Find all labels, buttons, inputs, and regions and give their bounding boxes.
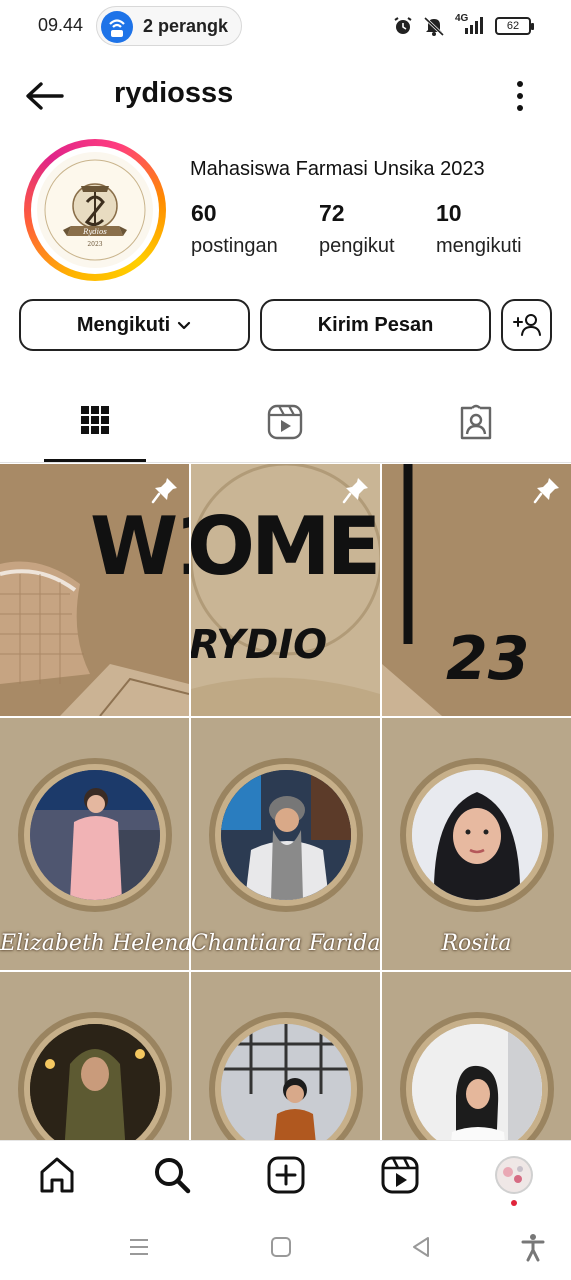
post-tile[interactable] xyxy=(191,972,380,1140)
posts-grid: W1C OME RYDIO 23 xyxy=(0,464,571,1140)
notification-dot xyxy=(511,1200,517,1206)
avatar-logo: Rydios 2023 xyxy=(37,152,153,268)
portrait-photo xyxy=(221,770,351,900)
portrait-frame xyxy=(18,1012,172,1140)
stat-followers-label: pengikut xyxy=(319,235,395,257)
portrait-photo xyxy=(412,1024,542,1140)
profile-avatar[interactable]: Rydios 2023 xyxy=(24,139,166,281)
portrait-frame xyxy=(209,758,363,912)
nav-reels[interactable] xyxy=(380,1155,420,1195)
accessibility-button[interactable] xyxy=(518,1232,548,1262)
vertical-dots-icon xyxy=(517,81,523,111)
signal-icon: 4G xyxy=(455,13,485,36)
add-person-icon xyxy=(512,314,541,336)
stat-following[interactable]: 10 mengikuti xyxy=(436,200,522,258)
chevron-down-icon xyxy=(178,321,191,330)
bottom-nav xyxy=(0,1140,571,1212)
status-bar: 09.44 2 perangk 4G 62 xyxy=(0,0,571,52)
accessibility-icon xyxy=(521,1234,545,1262)
svg-text:Rydios: Rydios xyxy=(82,228,107,236)
back-triangle-icon xyxy=(413,1237,429,1257)
pin-icon xyxy=(342,478,368,504)
create-icon xyxy=(267,1156,305,1194)
post-tile[interactable] xyxy=(382,972,571,1140)
stat-followers-value: 72 xyxy=(319,200,345,226)
nav-search[interactable] xyxy=(152,1155,192,1195)
stat-followers[interactable]: 72 pengikut xyxy=(319,200,395,258)
portrait-frame xyxy=(209,1012,363,1140)
recents-button[interactable] xyxy=(124,1232,154,1262)
portrait-photo xyxy=(412,770,542,900)
post-tile[interactable]: 23 xyxy=(382,464,571,716)
banner-text-w: W1C xyxy=(90,500,189,593)
portrait-frame xyxy=(400,1012,554,1140)
profile-avatar-icon xyxy=(495,1156,533,1194)
home-square-icon xyxy=(271,1237,291,1257)
portrait-frame xyxy=(18,758,172,912)
tagged-person-icon xyxy=(460,404,492,440)
post-tile[interactable]: W1C xyxy=(0,464,189,716)
more-options-button[interactable] xyxy=(506,78,534,114)
pin-icon xyxy=(151,478,177,504)
tab-grid[interactable] xyxy=(0,392,190,462)
stat-posts-value: 60 xyxy=(191,200,217,226)
home-system-button[interactable] xyxy=(266,1232,296,1262)
banner-text-rydio: RYDIO xyxy=(191,622,328,668)
portrait-photo xyxy=(221,1024,351,1140)
mute-icon xyxy=(423,16,445,36)
profile-username: rydiosss xyxy=(114,77,234,109)
back-button[interactable] xyxy=(22,76,66,116)
profile-bio: Mahasiswa Farmasi Unsika 2023 xyxy=(190,158,485,180)
banner-text-23: 23 xyxy=(446,624,530,694)
post-caption: Rosita xyxy=(441,931,512,956)
post-tile[interactable]: Chantiara Farida xyxy=(191,718,380,970)
portrait-photo xyxy=(30,1024,160,1140)
tab-divider xyxy=(0,462,571,463)
reels-icon xyxy=(381,1156,419,1194)
portrait-photo xyxy=(30,770,160,900)
following-button-label: Mengikuti xyxy=(76,313,171,336)
stat-posts-label: postingan xyxy=(191,235,278,257)
pin-icon xyxy=(533,478,559,504)
stat-posts[interactable]: 60 postingan xyxy=(191,200,278,258)
portrait-frame xyxy=(400,758,554,912)
tab-reels[interactable] xyxy=(190,392,380,462)
post-caption: Elizabeth Helena xyxy=(0,931,189,956)
status-icons: 4G 62 xyxy=(393,13,534,38)
stat-following-label: mengikuti xyxy=(436,235,522,257)
search-icon xyxy=(155,1158,191,1194)
post-tile[interactable]: Elizabeth Helena xyxy=(0,718,189,970)
following-button[interactable]: Mengikuti xyxy=(19,299,250,351)
alarm-icon xyxy=(394,17,412,34)
post-tile[interactable] xyxy=(0,972,189,1140)
svg-text:2023: 2023 xyxy=(87,241,102,248)
hotspot-icon xyxy=(101,11,133,43)
post-caption: Chantiara Farida xyxy=(191,931,380,956)
send-message-button[interactable]: Kirim Pesan xyxy=(260,299,491,351)
send-message-label: Kirim Pesan xyxy=(317,313,434,336)
suggested-people-button[interactable] xyxy=(501,299,552,351)
avatar-ring-gap: Rydios 2023 xyxy=(31,146,159,274)
post-tile[interactable]: Rosita xyxy=(382,718,571,970)
system-nav xyxy=(0,1212,571,1280)
nav-profile[interactable] xyxy=(494,1155,534,1195)
hotspot-label: 2 perangk xyxy=(143,16,229,36)
stat-following-value: 10 xyxy=(436,200,462,226)
arrow-left-icon xyxy=(26,82,64,110)
nav-home[interactable] xyxy=(37,1155,77,1195)
grid-icon xyxy=(81,406,109,434)
home-icon xyxy=(40,1157,74,1193)
banner-text-lcome: OME xyxy=(191,500,380,593)
post-tile[interactable]: OME RYDIO xyxy=(191,464,380,716)
tab-tagged[interactable] xyxy=(381,392,571,462)
hotspot-pill[interactable]: 2 perangk xyxy=(96,6,242,46)
nav-create[interactable] xyxy=(266,1155,306,1195)
back-system-button[interactable] xyxy=(406,1232,436,1262)
battery-icon: 62 xyxy=(495,17,534,35)
status-time: 09.44 xyxy=(38,15,84,35)
recents-icon xyxy=(130,1239,148,1255)
reels-icon xyxy=(267,404,303,440)
